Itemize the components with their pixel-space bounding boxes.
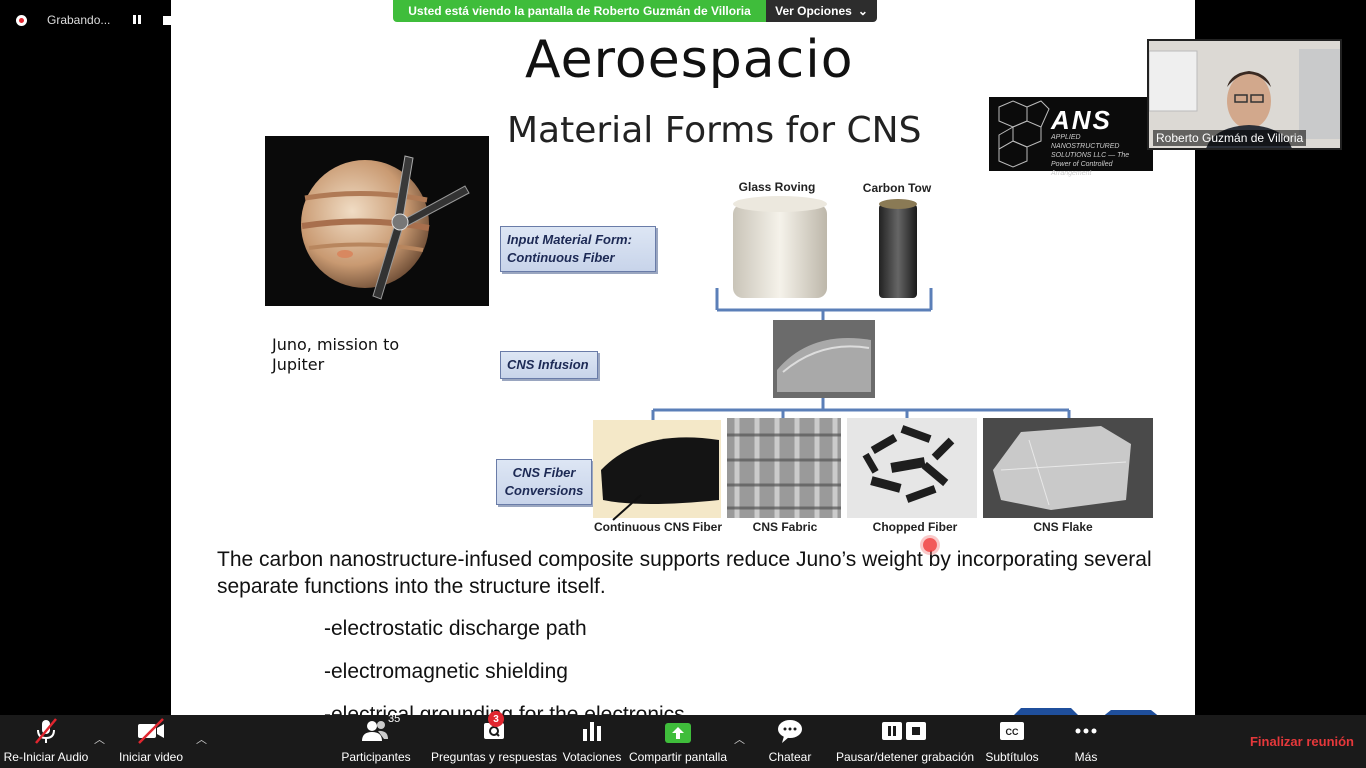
more-icon (1070, 717, 1102, 745)
video-off-icon (135, 717, 167, 745)
chevron-down-icon: ⌄ (857, 4, 868, 18)
slide-body-text: The carbon nanostructure-infused composi… (217, 548, 1152, 598)
captions-icon: CC (996, 717, 1028, 745)
qa-badge: 3 (488, 711, 504, 727)
captions-button[interactable]: CC Subtítulos (982, 715, 1042, 768)
logo-tagline: APPLIED NANOSTRUCTURED SOLUTIONS LLC — T… (1051, 134, 1130, 177)
cns-flake-label: CNS Flake (1033, 520, 1093, 534)
logo-name: ANS (1051, 105, 1112, 135)
qa-button[interactable]: 3 Preguntas y respuestas (430, 711, 558, 768)
recording-control-label: Pausar/detener grabación (835, 750, 975, 764)
muted-mic-icon (30, 717, 62, 745)
audio-button[interactable]: Re-Iniciar Audio (4, 715, 88, 768)
recording-control-button[interactable]: Pausar/detener grabación (836, 715, 974, 768)
continuous-fiber-label: Continuous CNS Fiber (594, 520, 722, 534)
meeting-toolbar: Re-Iniciar Audio ︿ Iniciar video ︿ 35 Pa… (0, 711, 1366, 768)
chopped-fiber-label: Chopped Fiber (872, 520, 958, 534)
participants-icon: 35 (360, 713, 400, 745)
recording-indicator: Grabando... (8, 8, 172, 32)
participant-video-tile[interactable]: Roberto Guzmán de Villoria (1147, 39, 1342, 150)
polls-label: Votaciones (562, 750, 622, 764)
screen-share-banner: Usted está viendo la pantalla de Roberto… (393, 0, 877, 22)
ans-logo: ANS APPLIED NANOSTRUCTURED SOLUTIONS LLC… (989, 97, 1153, 177)
participant-name: Roberto Guzmán de Villoria (1153, 130, 1307, 146)
share-screen-label: Compartir pantalla (628, 750, 728, 764)
laser-pointer (923, 538, 937, 552)
polls-button[interactable]: Votaciones (562, 715, 622, 768)
pause-stop-recording-icon (880, 717, 930, 745)
share-options-caret-icon[interactable]: ︿ (734, 731, 746, 746)
recording-icon (16, 14, 27, 26)
audio-label: Re-Iniciar Audio (3, 750, 89, 764)
meeting-window: Grabando... Aeroespacio Material Forms f… (0, 0, 1366, 768)
qa-icon: 3 (478, 711, 510, 745)
share-banner-message: Usted está viendo la pantalla de Roberto… (393, 0, 766, 22)
view-options-button[interactable]: Ver Opciones ⌄ (766, 0, 877, 22)
shared-screen-slide: Aeroespacio Material Forms for CNS Juno,… (171, 0, 1195, 715)
video-options-caret-icon[interactable]: ︿ (196, 731, 208, 746)
view-options-label: Ver Opciones (775, 4, 852, 18)
pause-recording-icon[interactable] (133, 15, 143, 25)
share-screen-button[interactable]: Compartir pantalla (628, 715, 728, 768)
participants-label: Participantes (341, 750, 411, 764)
polls-icon (576, 717, 608, 745)
more-label: Más (1074, 750, 1098, 764)
participants-button[interactable]: 35 Participantes (340, 713, 412, 768)
chat-button[interactable]: Chatear (766, 715, 814, 768)
bullet-item: -electromagnetic shielding (324, 660, 568, 683)
video-button[interactable]: Iniciar video (118, 715, 184, 768)
recording-label: Grabando... (47, 13, 111, 27)
share-screen-icon (662, 717, 694, 745)
corner-logo-fragment (1014, 708, 1158, 715)
carbon-tow-label: Carbon Tow (862, 181, 932, 195)
chat-label: Chatear (768, 750, 812, 764)
svg-text:CC: CC (1006, 727, 1019, 737)
cns-fabric-label: CNS Fabric (752, 520, 818, 534)
bullet-item: -electrostatic discharge path (324, 617, 587, 640)
video-label: Iniciar video (118, 750, 184, 764)
audio-options-caret-icon[interactable]: ︿ (94, 731, 106, 746)
qa-label: Preguntas y respuestas (430, 750, 558, 764)
more-button[interactable]: Más (1066, 715, 1106, 768)
chat-icon (774, 717, 806, 745)
glass-roving-label: Glass Roving (738, 180, 816, 194)
end-meeting-button[interactable]: Finalizar reunión (1250, 734, 1354, 749)
participants-count: 35 (388, 713, 401, 725)
bullet-item: -electrical grounding for the electronic… (324, 703, 685, 715)
captions-label: Subtítulos (985, 750, 1039, 764)
